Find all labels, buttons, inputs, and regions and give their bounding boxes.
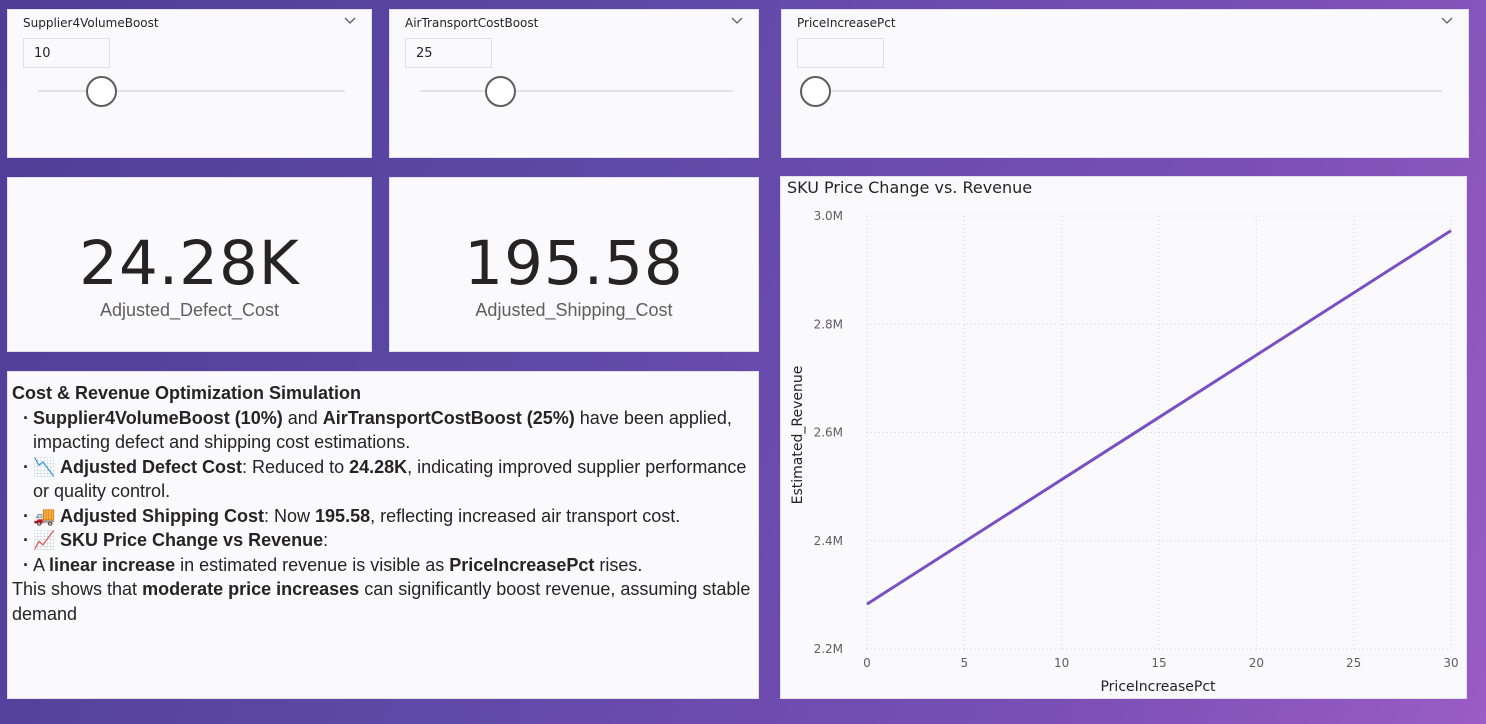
truck-icon: 🚚	[33, 505, 56, 526]
kpi-label: Adjusted_Shipping_Cost	[475, 300, 673, 320]
slicer-priceincreasepct: PriceIncreasePct	[781, 9, 1469, 158]
textbox-title: Cost & Revenue Optimization Simulation	[12, 383, 362, 403]
chevron-down-icon[interactable]	[1440, 14, 1454, 28]
slider-handle[interactable]	[485, 76, 516, 107]
bullet-shipping-cost: 🚚 Adjusted Shipping Cost: Now 195.58, re…	[12, 504, 754, 529]
slicer-value-input[interactable]: 10	[23, 38, 110, 68]
slicer-value-input[interactable]: 25	[405, 38, 492, 68]
bullet-price-revenue: 📈 SKU Price Change vs Revenue:	[12, 528, 754, 553]
slider-handle[interactable]	[800, 76, 831, 107]
kpi-card-shipping-cost: 195.58 Adjusted_Shipping_Cost	[389, 177, 759, 352]
slider-track[interactable]	[38, 90, 345, 92]
x-tick-label: 15	[1151, 656, 1166, 670]
x-tick-label: 10	[1054, 656, 1069, 670]
slicer-title: AirTransportCostBoost	[405, 16, 539, 30]
slicer-airtransportcostboost: AirTransportCostBoost 25	[389, 9, 759, 158]
conclusion-paragraph: This shows that moderate price increases…	[12, 579, 751, 624]
x-tick-label: 0	[863, 656, 871, 670]
y-tick-label: 3.0M	[814, 209, 843, 223]
x-tick-label: 25	[1346, 656, 1361, 670]
x-axis-label: PriceIncreasePct	[1100, 679, 1216, 695]
chevron-down-icon[interactable]	[343, 14, 357, 28]
x-tick-label: 20	[1249, 656, 1264, 670]
kpi-value: 195.58	[464, 228, 684, 299]
chart-decreasing-icon: 📉	[33, 456, 56, 477]
slider-handle[interactable]	[86, 76, 117, 107]
kpi-label: Adjusted_Defect_Cost	[99, 300, 280, 320]
y-tick-label: 2.2M	[814, 642, 843, 656]
slicer-title: PriceIncreasePct	[797, 16, 896, 30]
y-tick-label: 2.4M	[814, 534, 843, 548]
y-tick-label: 2.6M	[814, 426, 843, 440]
y-axis-label: Estimated_Revenue	[790, 366, 806, 505]
slicer-title: Supplier4VolumeBoost	[23, 16, 159, 30]
x-tick-label: 30	[1443, 656, 1458, 670]
slicer-supplier4volumeboost: Supplier4VolumeBoost 10	[7, 9, 372, 158]
kpi-card-defect-cost: 24.28K Adjusted_Defect_Cost	[7, 177, 372, 352]
slider-track[interactable]	[420, 90, 733, 92]
bullet-linear-increase: A linear increase in estimated revenue i…	[12, 553, 754, 578]
chart-increasing-icon: 📈	[33, 530, 56, 550]
narrative-textbox: Cost & Revenue Optimization Simulation S…	[7, 371, 759, 699]
bullet-defect-cost: 📉 Adjusted Defect Cost: Reduced to 24.28…	[12, 455, 754, 504]
kpi-value: 24.28K	[79, 228, 300, 299]
y-tick-label: 2.8M	[814, 317, 843, 331]
bullet-boosts: Supplier4VolumeBoost (10%) and AirTransp…	[12, 406, 754, 455]
line-chart[interactable]: 2.2M 2.4M 2.6M 2.8M 3.0M 0 5 10 15 20 25 30 Estima…	[781, 177, 1468, 700]
x-tick-label: 5	[961, 656, 969, 670]
line-chart-card: SKU Price Change vs. Revenue 2.2M 2.4M 2.6…	[780, 176, 1467, 699]
chevron-down-icon[interactable]	[730, 14, 744, 28]
slicer-value-input[interactable]	[797, 38, 884, 68]
slider-track[interactable]	[812, 90, 1442, 92]
